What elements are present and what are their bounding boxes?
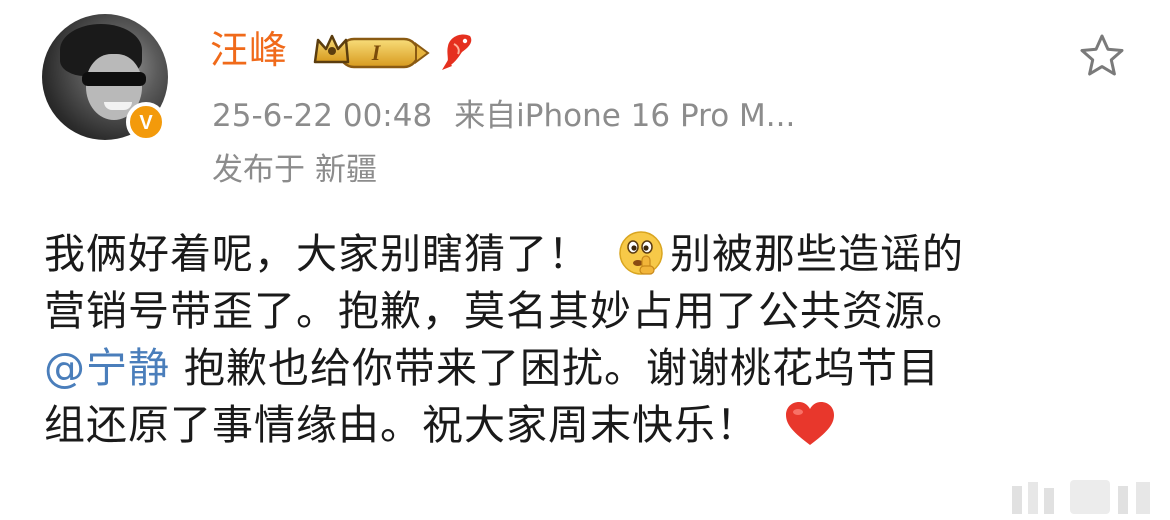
- content-text: 别被那些造谣的: [670, 230, 964, 278]
- location-prefix: 发布于: [212, 152, 305, 188]
- content-text: 组还原了事情缘由。祝大家周末快乐！: [44, 401, 758, 449]
- content-line-1: 我俩好着呢，大家别瞎猜了！ 别被那些造谣的: [44, 226, 1144, 283]
- post-content: 我俩好着呢，大家别瞎猜了！ 别被那些造谣的 营销号带歪了。抱歉，莫名其妙占用了公…: [44, 226, 1144, 454]
- post-timestamp[interactable]: 25-6-22 00:48: [212, 98, 432, 134]
- avatar-smile: [104, 102, 132, 110]
- weibo-post: V 汪峰 I 25-6-22 00:48 来自iPhone 16 Pro M..…: [0, 0, 1170, 520]
- author-name[interactable]: 汪峰: [210, 26, 288, 74]
- post-meta: 25-6-22 00:48 来自iPhone 16 Pro M...: [212, 96, 795, 136]
- avatar-glasses: [82, 72, 146, 86]
- content-line-3: @宁静 抱歉也给你带来了困扰。谢谢桃花坞节目: [44, 340, 1144, 397]
- content-line-2: 营销号带歪了。抱歉，莫名其妙占用了公共资源。: [44, 287, 968, 335]
- watermark-graphic: [1000, 470, 1170, 520]
- svg-text:V: V: [139, 112, 153, 134]
- location-name: 新疆: [315, 152, 377, 188]
- content-line-4: 组还原了事情缘由。祝大家周末快乐！: [44, 397, 1144, 454]
- red-heart-emoji-icon: [784, 401, 836, 447]
- post-location: 发布于 新疆: [212, 150, 377, 190]
- favorite-star-icon[interactable]: [1078, 32, 1126, 80]
- verified-badge-icon: V: [126, 102, 166, 142]
- shushing-face-emoji-icon: [618, 230, 664, 276]
- membership-crown-badge-icon[interactable]: I: [312, 32, 430, 72]
- svg-text:I: I: [371, 40, 382, 65]
- koi-fish-icon[interactable]: [440, 30, 476, 72]
- post-source[interactable]: 来自iPhone 16 Pro M...: [454, 98, 795, 134]
- content-text: 我俩好着呢，大家别瞎猜了！: [44, 230, 590, 278]
- content-text: 抱歉也给你带来了困扰。谢谢桃花坞节目: [170, 344, 941, 392]
- mention-link[interactable]: @宁静: [44, 344, 170, 392]
